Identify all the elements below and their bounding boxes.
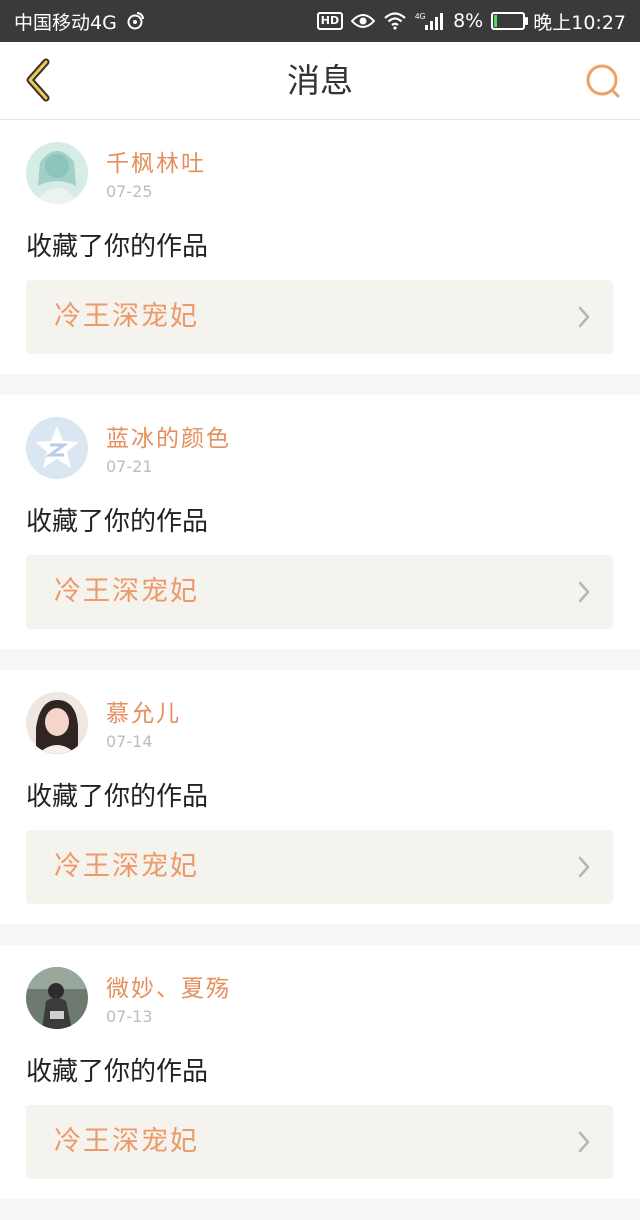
search-button[interactable] bbox=[582, 60, 626, 104]
message-date: 07-21 bbox=[106, 457, 153, 476]
message-text: 收藏了你的作品 bbox=[26, 1057, 209, 1087]
wifi-icon bbox=[383, 12, 407, 30]
search-icon bbox=[586, 64, 620, 98]
work-link[interactable]: 冷王深宠妃 bbox=[26, 1105, 613, 1179]
message-card: 蓝冰的颜色 07-21 收藏了你的作品 冷王深宠妃 bbox=[0, 395, 640, 649]
username-link[interactable]: 微妙、夏殇 bbox=[106, 969, 231, 1003]
status-bar: 中国移动4G HD 4G 8% 晚上10:27 bbox=[0, 0, 640, 42]
battery-percent: 8% bbox=[453, 10, 484, 32]
message-list: 千枫林吐 07-25 收藏了你的作品 冷王深宠妃 蓝冰的颜色 07-21 收藏了… bbox=[0, 120, 640, 1220]
status-bar-right: HD 4G 8% 晚上10:27 bbox=[316, 8, 626, 35]
avatar[interactable] bbox=[26, 142, 88, 204]
work-title: 冷王深宠妃 bbox=[54, 1126, 199, 1157]
clock: 晚上10:27 bbox=[533, 11, 626, 34]
work-link[interactable]: 冷王深宠妃 bbox=[26, 280, 613, 354]
hd-icon: HD bbox=[316, 12, 344, 30]
battery-icon bbox=[491, 12, 529, 30]
username-link[interactable]: 慕允儿 bbox=[106, 694, 181, 728]
work-title: 冷王深宠妃 bbox=[54, 576, 199, 607]
message-card: 千枫林吐 07-25 收藏了你的作品 冷王深宠妃 bbox=[0, 120, 640, 374]
chevron-right-icon bbox=[578, 856, 590, 878]
battery-fill bbox=[494, 15, 497, 27]
message-card: 慕允儿 07-14 收藏了你的作品 冷王深宠妃 bbox=[0, 670, 640, 924]
weibo-icon bbox=[125, 11, 145, 31]
avatar[interactable] bbox=[26, 417, 88, 479]
message-text: 收藏了你的作品 bbox=[26, 507, 209, 537]
message-date: 07-14 bbox=[106, 732, 153, 751]
username-link[interactable]: 蓝冰的颜色 bbox=[106, 419, 231, 453]
chevron-right-icon bbox=[578, 1131, 590, 1153]
message-text: 收藏了你的作品 bbox=[26, 782, 209, 812]
message-text: 收藏了你的作品 bbox=[26, 232, 209, 262]
chevron-right-icon bbox=[578, 581, 590, 603]
chevron-right-icon bbox=[578, 306, 590, 328]
avatar[interactable] bbox=[26, 967, 88, 1029]
page-title: 消息 bbox=[287, 61, 353, 100]
work-title: 冷王深宠妃 bbox=[54, 301, 199, 332]
username-link[interactable]: 千枫林吐 bbox=[106, 144, 206, 178]
message-date: 07-25 bbox=[106, 182, 153, 201]
avatar[interactable] bbox=[26, 692, 88, 754]
message-date: 07-13 bbox=[106, 1007, 153, 1026]
network-type-label: 4G bbox=[415, 12, 426, 21]
work-link[interactable]: 冷王深宠妃 bbox=[26, 555, 613, 629]
eye-icon bbox=[351, 13, 376, 29]
carrier-label: 中国移动4G bbox=[14, 11, 117, 34]
header-bar: 消息 bbox=[0, 42, 640, 120]
work-title: 冷王深宠妃 bbox=[54, 851, 199, 882]
message-card: 微妙、夏殇 07-13 收藏了你的作品 冷王深宠妃 bbox=[0, 945, 640, 1199]
signal-icon: 4G bbox=[415, 11, 445, 31]
work-link[interactable]: 冷王深宠妃 bbox=[26, 830, 613, 904]
status-bar-left: 中国移动4G bbox=[14, 8, 145, 35]
